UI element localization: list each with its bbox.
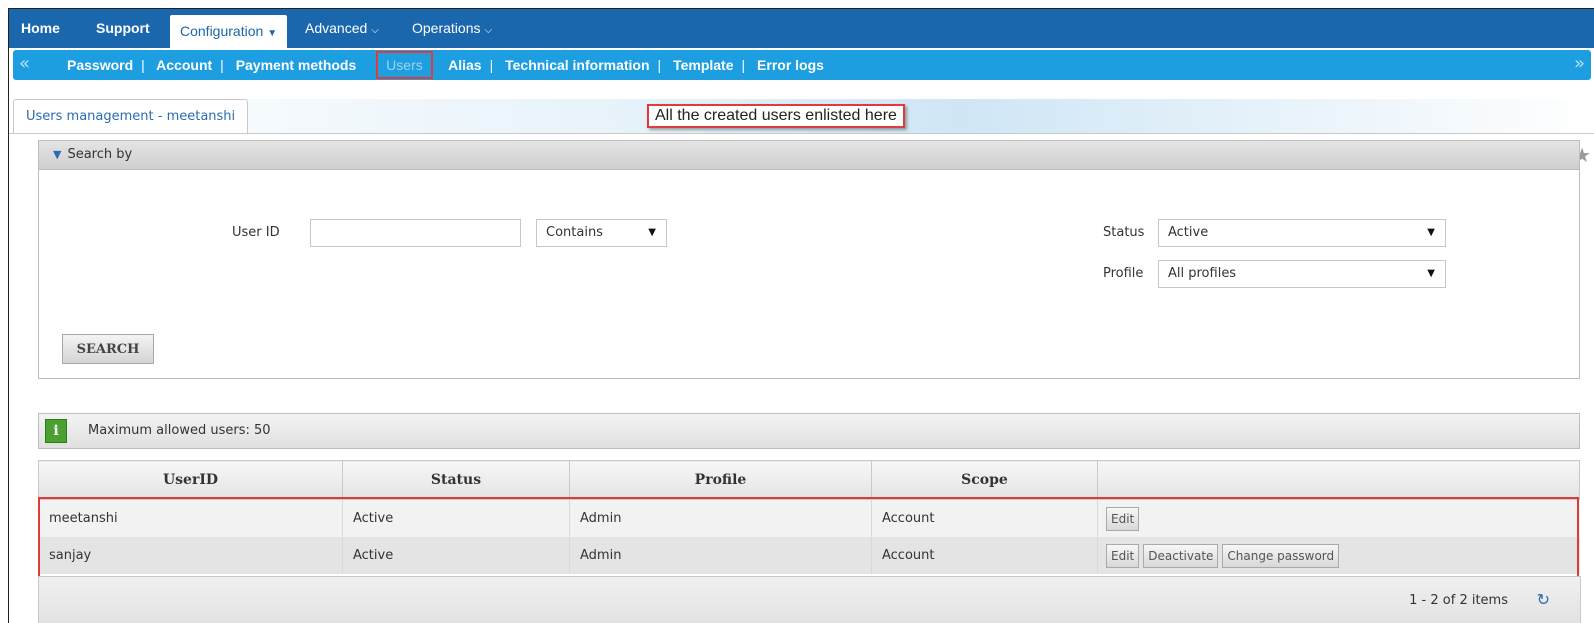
collapse-triangle-icon: ▼ bbox=[53, 148, 62, 161]
column-header-status[interactable]: Status bbox=[342, 460, 570, 500]
status-select[interactable]: Active ▼ bbox=[1158, 219, 1446, 247]
dropdown-arrow-icon: ▼ bbox=[1427, 268, 1435, 279]
chevron-down-icon: ⌵ bbox=[371, 25, 379, 36]
column-header-scope[interactable]: Scope bbox=[871, 460, 1098, 500]
status-label: Status bbox=[1103, 225, 1145, 240]
table-row: sanjay Active Admin Account Edit Deactiva… bbox=[38, 537, 1580, 574]
separator: | bbox=[657, 57, 662, 73]
table-header-row: UserID Status Profile Scope bbox=[38, 460, 1580, 500]
profile-select-value: All profiles bbox=[1168, 266, 1237, 281]
cell-scope: Account bbox=[871, 499, 1098, 537]
cell-scope: Account bbox=[871, 537, 1098, 574]
chevron-down-icon: ⌵ bbox=[484, 25, 493, 36]
search-button[interactable]: SEARCH bbox=[62, 334, 154, 364]
edit-button[interactable]: Edit bbox=[1106, 543, 1140, 568]
cell-userid: sanjay bbox=[38, 537, 343, 574]
deactivate-button[interactable]: Deactivate bbox=[1143, 543, 1219, 568]
info-bar: i Maximum allowed users: 50 bbox=[38, 413, 1580, 449]
cell-actions: Edit bbox=[1097, 499, 1580, 537]
cell-actions: Edit Deactivate Change password bbox=[1097, 537, 1580, 574]
dropdown-arrow-icon: ▼ bbox=[1427, 227, 1435, 238]
subnav-account[interactable]: Account bbox=[156, 57, 212, 73]
chevron-down-icon: ▼ bbox=[267, 28, 278, 39]
scroll-left-icon[interactable]: « bbox=[19, 50, 30, 78]
edit-button[interactable]: Edit bbox=[1106, 506, 1140, 531]
subnav-alias[interactable]: Alias bbox=[448, 57, 481, 73]
table-footer: 1 - 2 of 2 items ↻ bbox=[38, 576, 1581, 623]
search-panel: ▼ Search by User ID Contains ▼ Status Act… bbox=[38, 140, 1580, 379]
subnav-template[interactable]: Template bbox=[673, 57, 733, 73]
users-table: UserID Status Profile Scope meetanshi Ac… bbox=[38, 460, 1580, 574]
scroll-right-icon[interactable]: » bbox=[1574, 50, 1585, 78]
search-panel-title: Search by bbox=[67, 147, 133, 162]
nav-configuration-label: Configuration bbox=[180, 23, 264, 39]
nav-home[interactable]: Home bbox=[21, 9, 60, 48]
nav-configuration[interactable]: Configuration ▼ bbox=[170, 15, 288, 48]
nav-support[interactable]: Support bbox=[96, 9, 150, 48]
refresh-icon[interactable]: ↻ bbox=[1537, 577, 1550, 622]
annotation-callout: All the created users enlisted here bbox=[647, 104, 905, 128]
subnav-technical-information[interactable]: Technical information bbox=[505, 57, 649, 73]
user-id-label: User ID bbox=[232, 225, 280, 240]
dropdown-arrow-icon: ▼ bbox=[648, 227, 656, 238]
subnav-password[interactable]: Password bbox=[67, 57, 133, 73]
separator: | bbox=[489, 57, 494, 73]
subnav-users[interactable]: Users bbox=[376, 51, 433, 79]
column-header-profile[interactable]: Profile bbox=[569, 460, 872, 500]
cell-userid: meetanshi bbox=[38, 499, 343, 537]
column-header-userid[interactable]: UserID bbox=[38, 460, 343, 500]
separator: | bbox=[220, 57, 224, 73]
sub-navigation: « Password | Account | Payment methods Use… bbox=[13, 50, 1591, 80]
max-users-text: Maximum allowed users: 50 bbox=[88, 423, 271, 438]
separator: | bbox=[741, 57, 746, 73]
cell-status: Active bbox=[342, 499, 570, 537]
cell-status: Active bbox=[342, 537, 570, 574]
separator: | bbox=[141, 57, 145, 73]
nav-operations[interactable]: Operations ⌵ bbox=[412, 9, 492, 48]
profile-label: Profile bbox=[1103, 266, 1144, 281]
cell-profile: Admin bbox=[569, 537, 872, 574]
user-id-input[interactable] bbox=[310, 219, 521, 247]
profile-select[interactable]: All profiles ▼ bbox=[1158, 260, 1446, 288]
app-frame: Home Support Configuration ▼ Advanced ⌵ Op… bbox=[8, 8, 1594, 623]
tab-users-management[interactable]: Users management - meetanshi bbox=[13, 99, 249, 133]
top-navigation: Home Support Configuration ▼ Advanced ⌵ Op… bbox=[9, 9, 1594, 48]
table-row: meetanshi Active Admin Account Edit bbox=[38, 499, 1580, 537]
match-mode-value: Contains bbox=[546, 225, 603, 240]
subnav-links: Password | Account | Payment methods Users… bbox=[67, 50, 824, 80]
change-password-button[interactable]: Change password bbox=[1222, 543, 1340, 568]
cell-profile: Admin bbox=[569, 499, 872, 537]
nav-advanced-label: Advanced bbox=[305, 20, 368, 36]
nav-advanced[interactable]: Advanced ⌵ bbox=[305, 9, 379, 48]
pager-text: 1 - 2 of 2 items bbox=[1409, 593, 1508, 608]
status-select-value: Active bbox=[1168, 225, 1209, 240]
info-icon: i bbox=[45, 419, 67, 443]
nav-operations-label: Operations bbox=[412, 20, 481, 36]
column-header-actions bbox=[1097, 460, 1580, 500]
match-mode-select[interactable]: Contains ▼ bbox=[536, 219, 667, 247]
search-panel-header[interactable]: ▼ Search by bbox=[39, 141, 1579, 170]
subnav-error-logs[interactable]: Error logs bbox=[757, 57, 824, 73]
subnav-payment-methods[interactable]: Payment methods bbox=[236, 57, 357, 73]
